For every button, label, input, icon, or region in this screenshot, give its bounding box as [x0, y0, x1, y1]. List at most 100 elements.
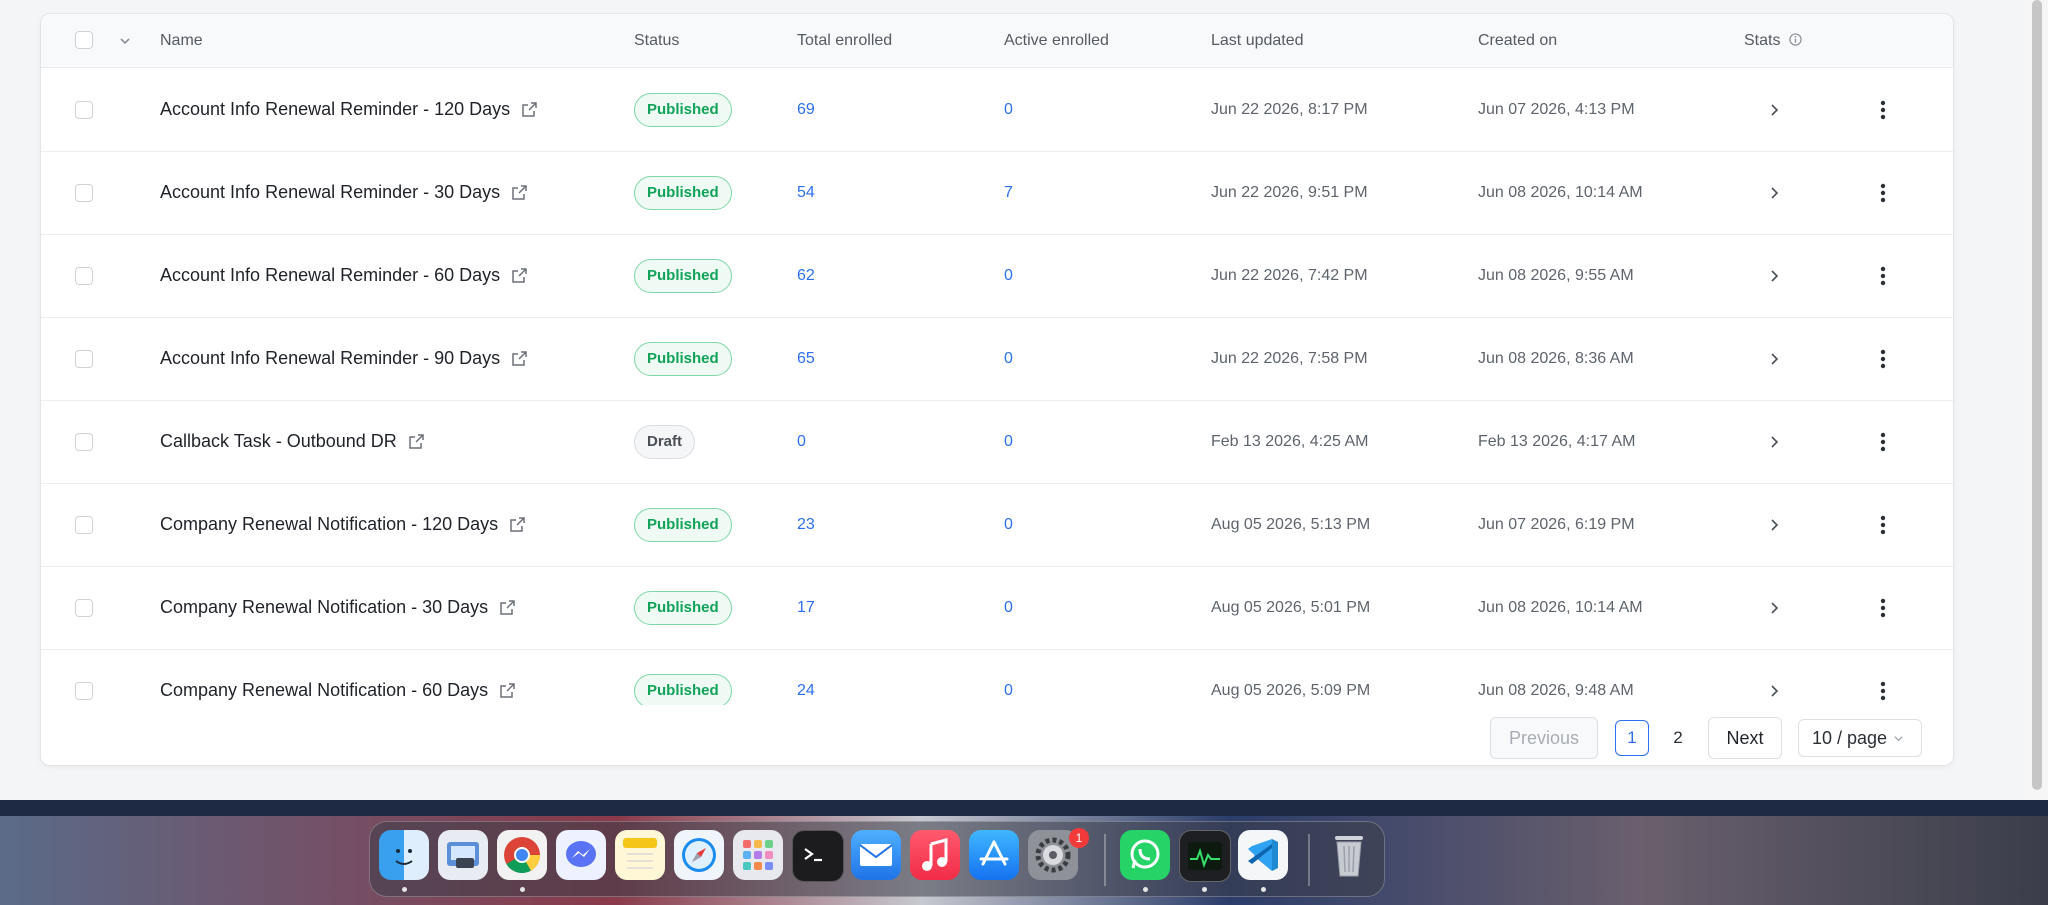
- table-row[interactable]: Callback Task - Outbound DR Draft 0 0 Feb 13…: [41, 400, 1953, 484]
- more-actions-icon[interactable]: [1880, 680, 1886, 702]
- column-header-active-enrolled[interactable]: Active enrolled: [1004, 14, 1109, 67]
- table-row[interactable]: Account Info Renewal Reminder - 120 Days…: [41, 68, 1953, 152]
- sequence-name-link[interactable]: Account Info Renewal Reminder - 60 Days: [160, 265, 500, 286]
- whatsapp-icon[interactable]: [1120, 830, 1170, 880]
- more-actions-icon[interactable]: [1880, 431, 1886, 453]
- select-all-checkbox[interactable]: [75, 31, 93, 49]
- app-store-icon[interactable]: [969, 830, 1019, 880]
- table-row[interactable]: Account Info Renewal Reminder - 30 Days P…: [41, 151, 1953, 235]
- page-1-button[interactable]: 1: [1615, 720, 1649, 756]
- page-2-button[interactable]: 2: [1661, 717, 1695, 759]
- page-size-select[interactable]: 10 / page: [1798, 719, 1922, 757]
- external-link-icon[interactable]: [510, 184, 528, 202]
- row-checkbox[interactable]: [75, 183, 93, 202]
- sequence-name-link[interactable]: Company Renewal Notification - 60 Days: [160, 680, 488, 701]
- chevron-right-icon[interactable]: [1767, 684, 1781, 698]
- chevron-right-icon[interactable]: [1767, 518, 1781, 532]
- chevron-right-icon[interactable]: [1767, 601, 1781, 615]
- previous-page-button[interactable]: Previous: [1490, 717, 1598, 759]
- safari-icon[interactable]: [674, 830, 724, 880]
- external-link-icon[interactable]: [520, 101, 538, 119]
- sequence-name-link[interactable]: Company Renewal Notification - 30 Days: [160, 597, 488, 618]
- table-row[interactable]: Company Renewal Notification - 30 Days Pu…: [41, 566, 1953, 650]
- page-scrollbar[interactable]: [2026, 0, 2048, 800]
- sequence-name-link[interactable]: Account Info Renewal Reminder - 90 Days: [160, 348, 500, 369]
- column-header-last-updated[interactable]: Last updated: [1211, 14, 1304, 67]
- more-actions-icon[interactable]: [1880, 514, 1886, 536]
- chevron-right-icon[interactable]: [1767, 103, 1781, 117]
- column-header-created-on[interactable]: Created on: [1478, 14, 1557, 67]
- row-checkbox[interactable]: [75, 515, 93, 534]
- total-enrolled-link[interactable]: 23: [797, 516, 815, 534]
- active-enrolled-link[interactable]: 0: [1004, 350, 1013, 368]
- external-link-icon[interactable]: [498, 599, 516, 617]
- row-checkbox[interactable]: [75, 598, 93, 617]
- total-enrolled-link[interactable]: 54: [797, 184, 815, 202]
- active-enrolled-link[interactable]: 7: [1004, 184, 1013, 202]
- more-actions-icon[interactable]: [1880, 182, 1886, 204]
- launchpad-icon[interactable]: [733, 830, 783, 880]
- chevron-right-icon[interactable]: [1767, 435, 1781, 449]
- external-link-icon[interactable]: [508, 516, 526, 534]
- column-header-total-enrolled[interactable]: Total enrolled: [797, 14, 892, 67]
- chevron-right-icon[interactable]: [1767, 269, 1781, 283]
- name-cell: Callback Task - Outbound DR: [160, 400, 425, 483]
- trash-icon[interactable]: [1324, 830, 1374, 880]
- row-checkbox[interactable]: [75, 266, 93, 285]
- row-checkbox[interactable]: [75, 681, 93, 700]
- preview-icon[interactable]: [438, 830, 488, 880]
- vscode-icon[interactable]: [1238, 830, 1288, 880]
- table-row[interactable]: Company Renewal Notification - 120 Days P…: [41, 483, 1953, 567]
- external-link-icon[interactable]: [407, 433, 425, 451]
- active-enrolled-link[interactable]: 0: [1004, 267, 1013, 285]
- external-link-icon[interactable]: [510, 267, 528, 285]
- external-link-icon[interactable]: [498, 682, 516, 700]
- active-enrolled-link[interactable]: 0: [1004, 516, 1013, 534]
- more-actions-icon[interactable]: [1880, 348, 1886, 370]
- sequence-name-link[interactable]: Account Info Renewal Reminder - 120 Days: [160, 99, 510, 120]
- total-enrolled-link[interactable]: 24: [797, 682, 815, 700]
- more-actions-icon[interactable]: [1880, 597, 1886, 619]
- table-row[interactable]: Company Renewal Notification - 60 Days Pu…: [41, 649, 1953, 705]
- total-enrolled-link[interactable]: 69: [797, 101, 815, 119]
- messenger-icon[interactable]: [556, 830, 606, 880]
- table-row[interactable]: Account Info Renewal Reminder - 60 Days P…: [41, 234, 1953, 318]
- chrome-icon[interactable]: [497, 830, 547, 880]
- next-page-button[interactable]: Next: [1708, 717, 1782, 759]
- last-updated-cell: Feb 13 2026, 4:25 AM: [1211, 400, 1368, 483]
- select-dropdown-chevron-icon[interactable]: [119, 35, 131, 47]
- more-actions-icon[interactable]: [1880, 265, 1886, 287]
- activity-monitor-icon[interactable]: [1179, 830, 1231, 882]
- sequence-name-link[interactable]: Account Info Renewal Reminder - 30 Days: [160, 182, 500, 203]
- row-checkbox[interactable]: [75, 349, 93, 368]
- total-enrolled-link[interactable]: 0: [797, 433, 806, 451]
- terminal-icon[interactable]: [792, 830, 844, 882]
- column-header-status[interactable]: Status: [634, 14, 679, 67]
- row-checkbox[interactable]: [75, 432, 93, 451]
- last-updated-cell: Aug 05 2026, 5:01 PM: [1211, 566, 1370, 649]
- last-updated-cell: Jun 22 2026, 9:51 PM: [1211, 151, 1368, 234]
- external-link-icon[interactable]: [510, 350, 528, 368]
- mail-icon[interactable]: [851, 830, 901, 880]
- total-enrolled-link[interactable]: 65: [797, 350, 815, 368]
- finder-icon[interactable]: [379, 830, 429, 880]
- column-header-stats[interactable]: Stats: [1744, 14, 1802, 67]
- total-enrolled-link[interactable]: 62: [797, 267, 815, 285]
- chevron-right-icon[interactable]: [1767, 186, 1781, 200]
- chevron-right-icon[interactable]: [1767, 352, 1781, 366]
- total-enrolled-link[interactable]: 17: [797, 599, 815, 617]
- row-checkbox[interactable]: [75, 100, 93, 119]
- active-enrolled-link[interactable]: 0: [1004, 682, 1013, 700]
- active-enrolled-link[interactable]: 0: [1004, 433, 1013, 451]
- notes-icon[interactable]: [615, 830, 665, 880]
- column-header-name[interactable]: Name: [160, 14, 203, 67]
- sequence-name-link[interactable]: Company Renewal Notification - 120 Days: [160, 514, 498, 535]
- active-enrolled-link[interactable]: 0: [1004, 101, 1013, 119]
- more-actions-icon[interactable]: [1880, 99, 1886, 121]
- music-icon[interactable]: [910, 830, 960, 880]
- scrollbar-thumb[interactable]: [2032, 0, 2042, 790]
- info-icon[interactable]: [1789, 33, 1802, 46]
- active-enrolled-link[interactable]: 0: [1004, 599, 1013, 617]
- sequence-name-link[interactable]: Callback Task - Outbound DR: [160, 431, 397, 452]
- table-row[interactable]: Account Info Renewal Reminder - 90 Days P…: [41, 317, 1953, 401]
